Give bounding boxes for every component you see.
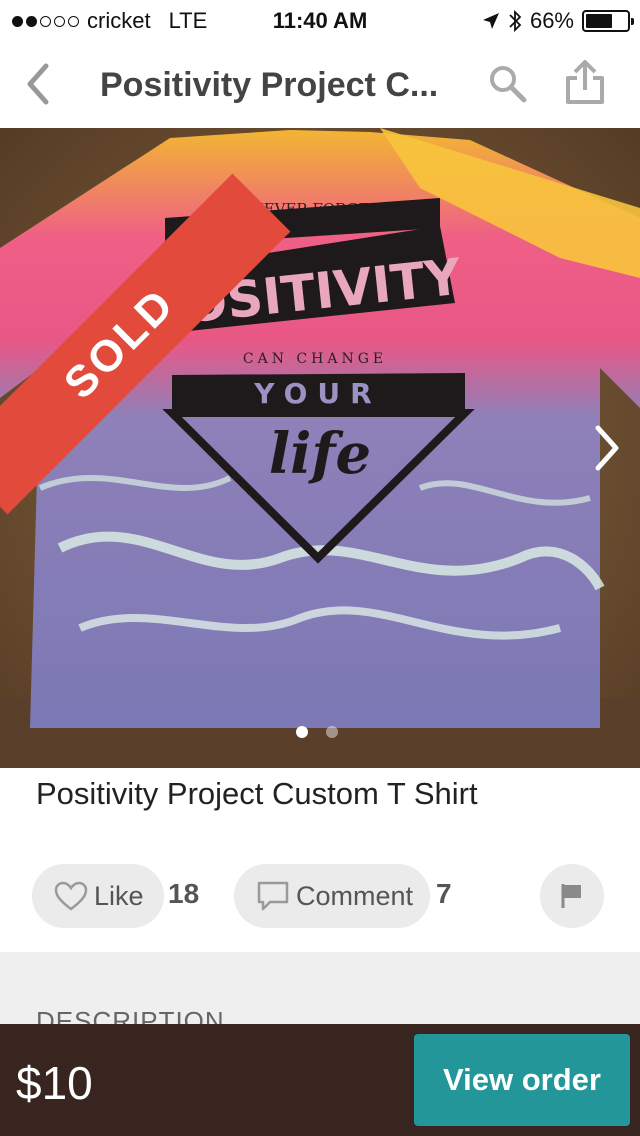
location-arrow-icon xyxy=(482,13,499,29)
pager-dot-2[interactable] xyxy=(326,726,338,738)
item-title: Positivity Project Custom T Shirt xyxy=(36,776,478,811)
like-button[interactable]: Like xyxy=(32,864,164,928)
product-photo[interactable]: NEVER FORGET POSITIVITY CAN CHANGE YOUR … xyxy=(0,128,640,768)
pager-dot-1[interactable] xyxy=(296,726,308,738)
comment-label: Comment xyxy=(296,880,414,911)
view-order-button[interactable]: View order xyxy=(414,1034,630,1126)
comment-count: 7 xyxy=(436,878,452,909)
status-bar: cricket LTE 11:40 AM 66% xyxy=(0,0,640,40)
flag-icon xyxy=(561,884,581,908)
nav-bar: Positivity Project C... xyxy=(0,40,640,128)
search-icon[interactable] xyxy=(486,62,530,106)
bluetooth-icon xyxy=(509,9,522,33)
comment-icon xyxy=(257,881,289,911)
heart-icon xyxy=(54,881,88,911)
action-row: Like 18 Comment 7 xyxy=(0,864,640,928)
like-count: 18 xyxy=(168,878,200,909)
share-icon[interactable] xyxy=(560,58,610,108)
tshirt-image: NEVER FORGET POSITIVITY CAN CHANGE YOUR … xyxy=(0,128,640,768)
shirt-text-life: life xyxy=(269,421,371,487)
comment-button[interactable]: Comment xyxy=(234,864,430,928)
page-title: Positivity Project C... xyxy=(100,66,439,104)
shirt-text-your: YOUR xyxy=(253,377,381,410)
photo-pager[interactable] xyxy=(296,726,338,738)
chevron-left-icon[interactable] xyxy=(18,62,62,106)
battery-icon xyxy=(582,10,634,32)
like-label: Like xyxy=(94,880,144,911)
report-button[interactable] xyxy=(540,864,604,928)
status-right: 66% xyxy=(482,8,634,34)
shirt-text-can-change: CAN CHANGE xyxy=(243,351,387,367)
price: $10 xyxy=(16,1057,93,1109)
battery-percent: 66% xyxy=(529,8,574,33)
chevron-right-icon[interactable] xyxy=(592,420,622,476)
purchase-bar: $10 View order xyxy=(0,1024,640,1136)
